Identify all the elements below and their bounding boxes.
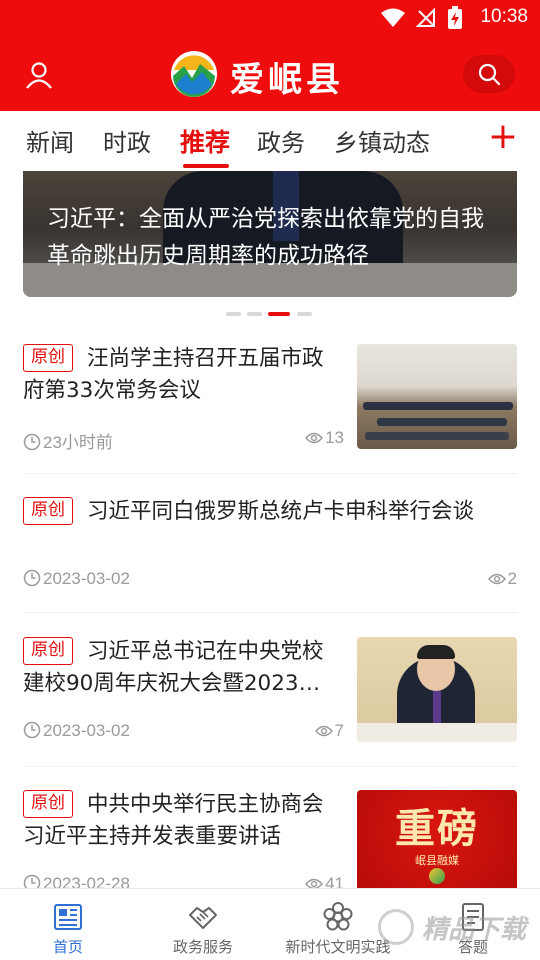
search-icon	[478, 63, 501, 86]
divider	[23, 766, 517, 767]
pager-dot-active[interactable]	[268, 312, 290, 316]
view-count-text: 13	[325, 428, 344, 447]
nav-home[interactable]: 首页	[8, 889, 128, 960]
news-time-text: 2023-02-28	[43, 874, 130, 888]
news-title: 中共中央举行民主协商会习近平主持并发表重要讲话	[23, 792, 324, 849]
watermark-logo-icon	[378, 909, 414, 945]
news-title: 汪尚学主持召开五届市政府第33次常务会议	[23, 346, 324, 403]
no-signal-icon	[416, 8, 435, 27]
wifi-icon	[381, 8, 405, 27]
view-count: 2	[487, 569, 517, 589]
pager-dot[interactable]	[247, 312, 262, 316]
clock-icon	[23, 874, 41, 888]
user-icon[interactable]	[24, 60, 54, 90]
thumb-desk	[357, 723, 517, 742]
news-item[interactable]: 原创 习近平总书记在中央党校建校90周年庆祝大会暨2023… 2023-03-0…	[23, 637, 517, 745]
banner-carousel[interactable]: 习近平：全面从严治党探索出依靠党的自我革命跳出历史周期率的成功路径	[23, 171, 517, 297]
nav-home-label: 首页	[52, 938, 83, 956]
news-item[interactable]: 原创 习近平同白俄罗斯总统卢卡申科举行会谈 2023-03-02 2	[23, 497, 517, 592]
eye-icon	[305, 432, 324, 444]
news-time: 23小时前	[23, 428, 113, 453]
banner-title: 习近平：全面从严治党探索出依靠党的自我革命跳出历史周期率的成功路径	[47, 206, 484, 269]
nav-government-services[interactable]: 政务服务	[143, 889, 263, 960]
add-channel-button[interactable]: +	[486, 119, 520, 159]
flower-icon	[323, 902, 353, 931]
nav-government-services-label: 政务服务	[172, 938, 233, 956]
view-count-text: 2	[507, 569, 517, 588]
news-thumbnail	[357, 344, 517, 449]
battery-charging-icon	[448, 6, 462, 29]
news-thumbnail	[357, 637, 517, 742]
tabs-fade	[455, 111, 485, 171]
eye-icon	[314, 725, 333, 737]
pager-dot[interactable]	[297, 312, 312, 316]
news-item[interactable]: 原创 汪尚学主持召开五届市政府第33次常务会议 23小时前 13	[23, 344, 517, 456]
status-bar: 10:38	[0, 0, 540, 36]
watermark: 精品下载	[378, 905, 538, 953]
thumb-headline: 重磅	[395, 805, 479, 852]
tab-township-news[interactable]: 乡镇动态	[334, 123, 430, 158]
view-count-text: 7	[334, 721, 344, 740]
divider	[23, 473, 517, 474]
news-item[interactable]: 原创 中共中央举行民主协商会习近平主持并发表重要讲话 2023-02-28 41…	[23, 790, 517, 888]
view-count: 41	[305, 874, 344, 888]
thumb-detail	[363, 402, 513, 410]
news-time: 2023-03-02	[23, 569, 130, 589]
clock-icon	[23, 433, 41, 451]
channel-tabs: 新闻 时政 推荐 政务 乡镇动态 +	[0, 111, 540, 171]
watermark-text: 精品下载	[422, 915, 527, 945]
thumb-detail	[365, 432, 509, 440]
thumb-figure-tie	[433, 691, 441, 727]
thumb-figure-hair	[417, 645, 455, 659]
view-count: 7	[314, 721, 344, 741]
app-logo-icon	[171, 51, 217, 97]
search-button[interactable]	[463, 55, 515, 93]
pager-dot[interactable]	[226, 312, 241, 316]
status-time: 10:38	[480, 6, 528, 27]
tab-government[interactable]: 政务	[257, 123, 305, 158]
tab-politics[interactable]: 时政	[103, 123, 151, 158]
tab-recommended[interactable]: 推荐	[180, 123, 230, 159]
app-title: 爱岷县	[230, 60, 344, 100]
news-title: 习近平总书记在中央党校建校90周年庆祝大会暨2023…	[23, 639, 324, 696]
thumb-detail	[377, 418, 507, 426]
news-time-text: 2023-03-02	[43, 721, 130, 740]
news-title: 习近平同白俄罗斯总统卢卡申科举行会谈	[87, 499, 475, 524]
eye-icon	[305, 878, 324, 888]
news-time: 2023-03-02	[23, 721, 130, 741]
thumb-logo-icon	[429, 868, 445, 884]
view-count-text: 41	[325, 874, 344, 888]
handshake-icon	[189, 907, 217, 929]
news-time-text: 2023-03-02	[43, 569, 130, 588]
clock-icon	[23, 569, 41, 587]
eye-icon	[487, 573, 506, 585]
app-header: 10:38 爱岷县	[0, 0, 540, 111]
news-time-text: 23小时前	[43, 433, 113, 452]
active-tab-indicator	[183, 164, 229, 168]
clock-icon	[23, 721, 41, 739]
tab-news[interactable]: 新闻	[26, 123, 74, 158]
news-time: 2023-02-28	[23, 874, 130, 888]
home-news-icon	[54, 904, 82, 930]
news-thumbnail: 重磅 岷县融媒	[357, 790, 517, 888]
view-count: 13	[305, 428, 344, 448]
thumb-caption: 岷县融媒	[415, 854, 459, 867]
divider	[23, 612, 517, 613]
